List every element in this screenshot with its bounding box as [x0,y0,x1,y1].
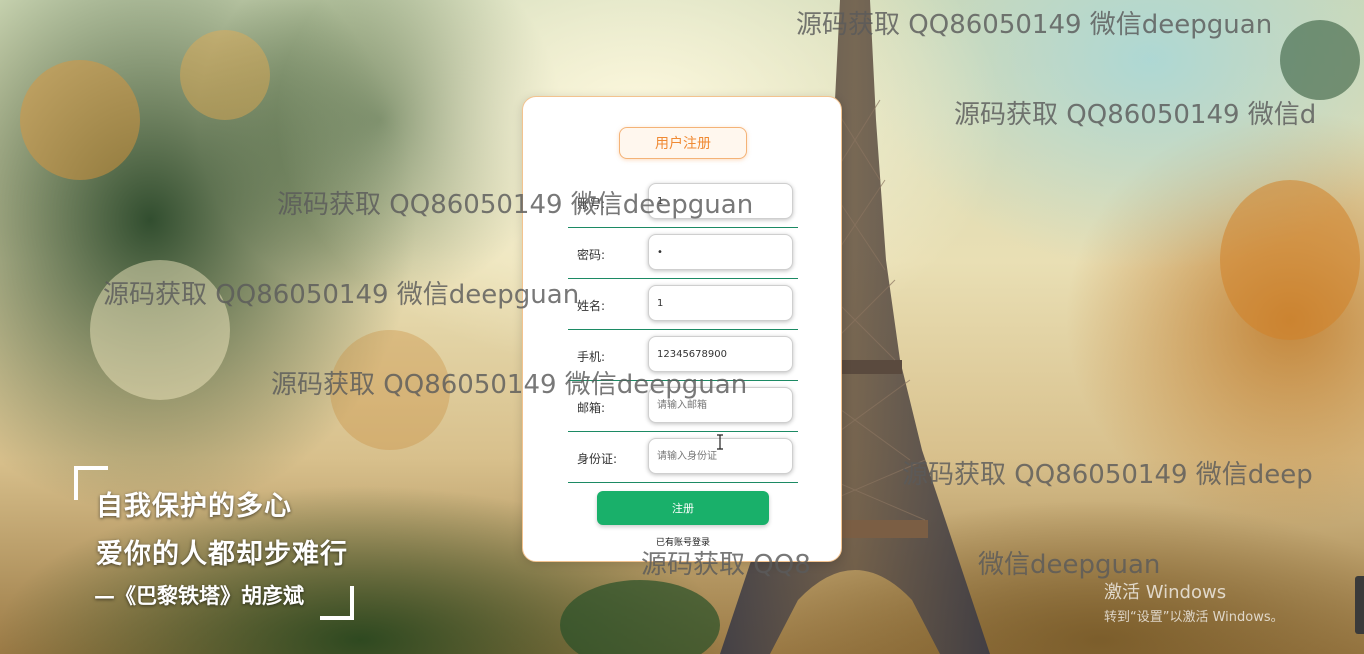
register-card: 用户注册 账号: 密码: 姓名: 手机: 邮箱: 身份证: 注册 已有账号登录 [522,96,842,562]
activation-subtitle: 转到“设置”以激活 Windows。 [1104,610,1284,625]
name-input[interactable] [648,285,793,321]
activation-title: 激活 Windows [1104,582,1227,603]
name-row: 姓名: [568,285,798,330]
email-label: 邮箱: [577,401,606,415]
login-link[interactable]: 已有账号登录 [523,535,843,548]
quote-line-2: 爱你的人都却步难行 [96,539,348,570]
account-input[interactable] [648,183,793,219]
phone-row: 手机: [568,336,798,381]
bokeh-light [1220,180,1360,340]
register-title: 用户注册 [619,127,747,159]
id-card-label: 身份证: [577,452,618,466]
bokeh-light [20,60,140,180]
name-label: 姓名: [577,299,606,313]
song-quote: 自我保护的多心 爱你的人都却步难行 —《巴黎铁塔》胡彦斌 [74,466,364,620]
phone-label: 手机: [577,350,606,364]
side-panel-tab[interactable] [1355,576,1364,634]
windows-activation-notice: 激活 Windows 转到“设置”以激活 Windows。 [1104,578,1284,625]
register-button[interactable]: 注册 [597,491,769,525]
account-row: 账号: [568,183,798,228]
quote-line-1: 自我保护的多心 [96,491,292,522]
quote-attribution: —《巴黎铁塔》胡彦斌 [94,583,304,608]
background-scene: 自我保护的多心 爱你的人都却步难行 —《巴黎铁塔》胡彦斌 用户注册 账号: 密码… [0,0,1364,654]
password-input[interactable] [648,234,793,270]
bokeh-light [330,330,450,450]
account-label: 账号: [577,197,606,211]
bokeh-light [1280,20,1360,100]
password-row: 密码: [568,234,798,279]
phone-input[interactable] [648,336,793,372]
bokeh-light [180,30,270,120]
password-label: 密码: [577,248,606,262]
email-row: 邮箱: [568,387,798,432]
quote-corner-bracket [320,586,354,620]
id-card-row: 身份证: [568,438,798,483]
text-cursor-icon [717,434,723,450]
bokeh-light [90,260,230,400]
email-input[interactable] [648,387,793,423]
